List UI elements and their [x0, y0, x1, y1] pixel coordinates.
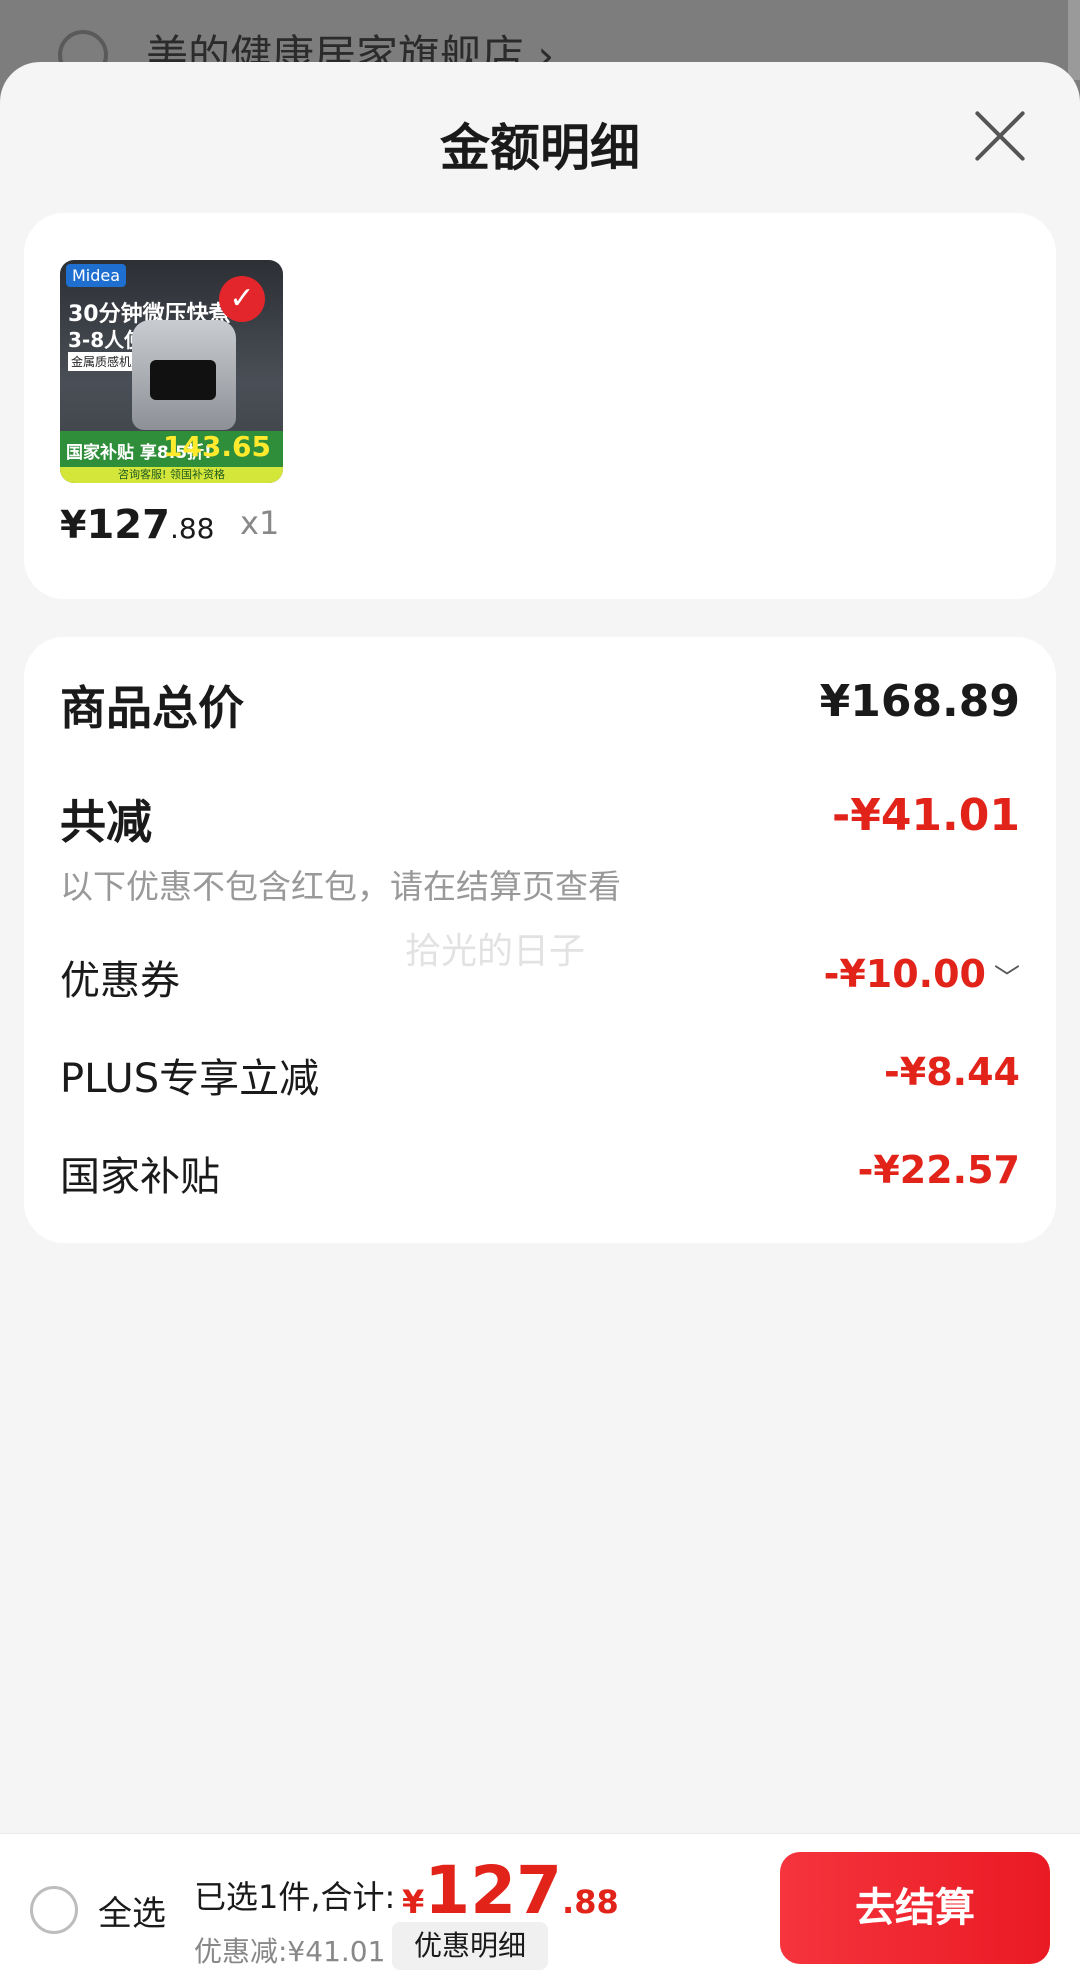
total-integer: 127 [424, 1852, 563, 1929]
background-edge [1068, 0, 1080, 80]
plus-discount-value: -¥8.44 [884, 1050, 1020, 1094]
close-icon[interactable] [972, 108, 1028, 164]
discount-note: 以下优惠不包含红包，请在结算页查看 [60, 867, 621, 906]
total-reduce-value: -¥41.01 [831, 790, 1020, 841]
total-reduce-label: 共减 [60, 795, 152, 849]
total-price-label: 商品总价 [60, 681, 244, 735]
total-symbol: ¥ [402, 1883, 425, 1921]
coupon-row[interactable]: -¥10.00 ﹀ [824, 952, 1020, 996]
image-promo-price: 143.65 [162, 430, 271, 463]
brand-logo: Midea [66, 264, 127, 287]
coupon-label: 优惠券 [60, 958, 180, 1004]
discount-detail-button[interactable]: 优惠明细 [392, 1922, 548, 1970]
total-price-value: ¥168.89 [819, 676, 1020, 727]
plus-discount-label: PLUS专享立减 [60, 1056, 320, 1102]
select-all-label[interactable]: 全选 [98, 1886, 166, 1935]
select-all-radio[interactable] [30, 1886, 78, 1934]
discount-summary: 优惠减:¥41.01 [194, 1935, 386, 1968]
price-integer: 127 [86, 502, 170, 548]
chevron-down-icon[interactable]: ﹀ [994, 958, 1020, 995]
rice-cooker-graphic [132, 320, 236, 430]
product-quantity: x1 [240, 504, 280, 542]
check-icon: ✓ [219, 276, 265, 322]
price-decimal: .88 [169, 512, 215, 545]
product-image[interactable]: Midea 30分钟微压快煮 3-8人使用 金属质感机身 ✓ 国家补贴 享8.5… [60, 260, 283, 483]
product-price: ¥127.88 [60, 502, 214, 548]
image-strip: 咨询客服! 领国补资格 [60, 467, 283, 483]
checkout-button[interactable]: 去结算 [780, 1852, 1050, 1964]
selected-summary: 已选1件,合计: [194, 1878, 396, 1916]
total-decimal: .88 [562, 1883, 619, 1921]
sheet-title: 金额明细 [440, 119, 640, 177]
watermark: 拾光的日子 [405, 931, 586, 972]
subsidy-label: 国家补贴 [60, 1154, 220, 1200]
coupon-value: -¥10.00 [823, 952, 986, 996]
total-amount: ¥127.88 [402, 1852, 619, 1929]
subsidy-value: -¥22.57 [857, 1148, 1020, 1192]
price-symbol: ¥ [60, 503, 87, 547]
